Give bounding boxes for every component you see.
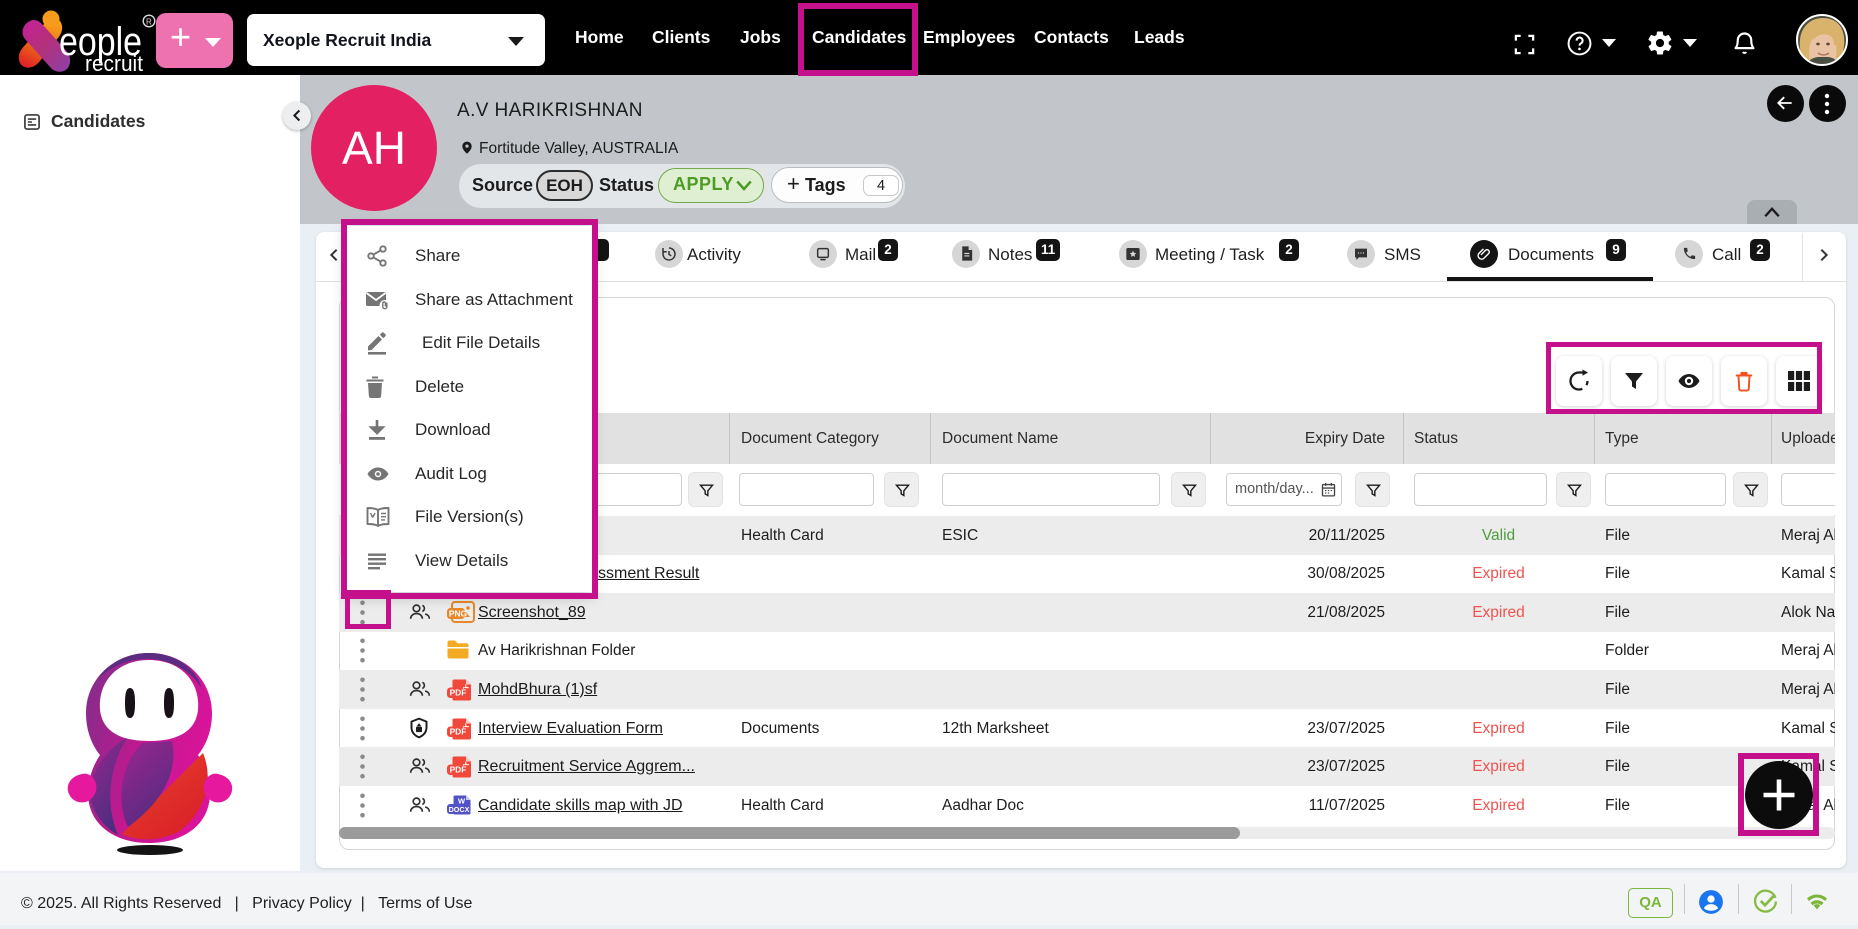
svg-text:PDF: PDF	[450, 687, 467, 697]
svg-text:DOCX: DOCX	[449, 804, 470, 813]
svg-text:PDF: PDF	[450, 765, 467, 775]
svg-text:PDF: PDF	[450, 726, 467, 736]
svg-text:PNG: PNG	[449, 608, 467, 618]
svg-text:recruit: recruit	[85, 51, 143, 72]
svg-text:R: R	[146, 18, 152, 27]
